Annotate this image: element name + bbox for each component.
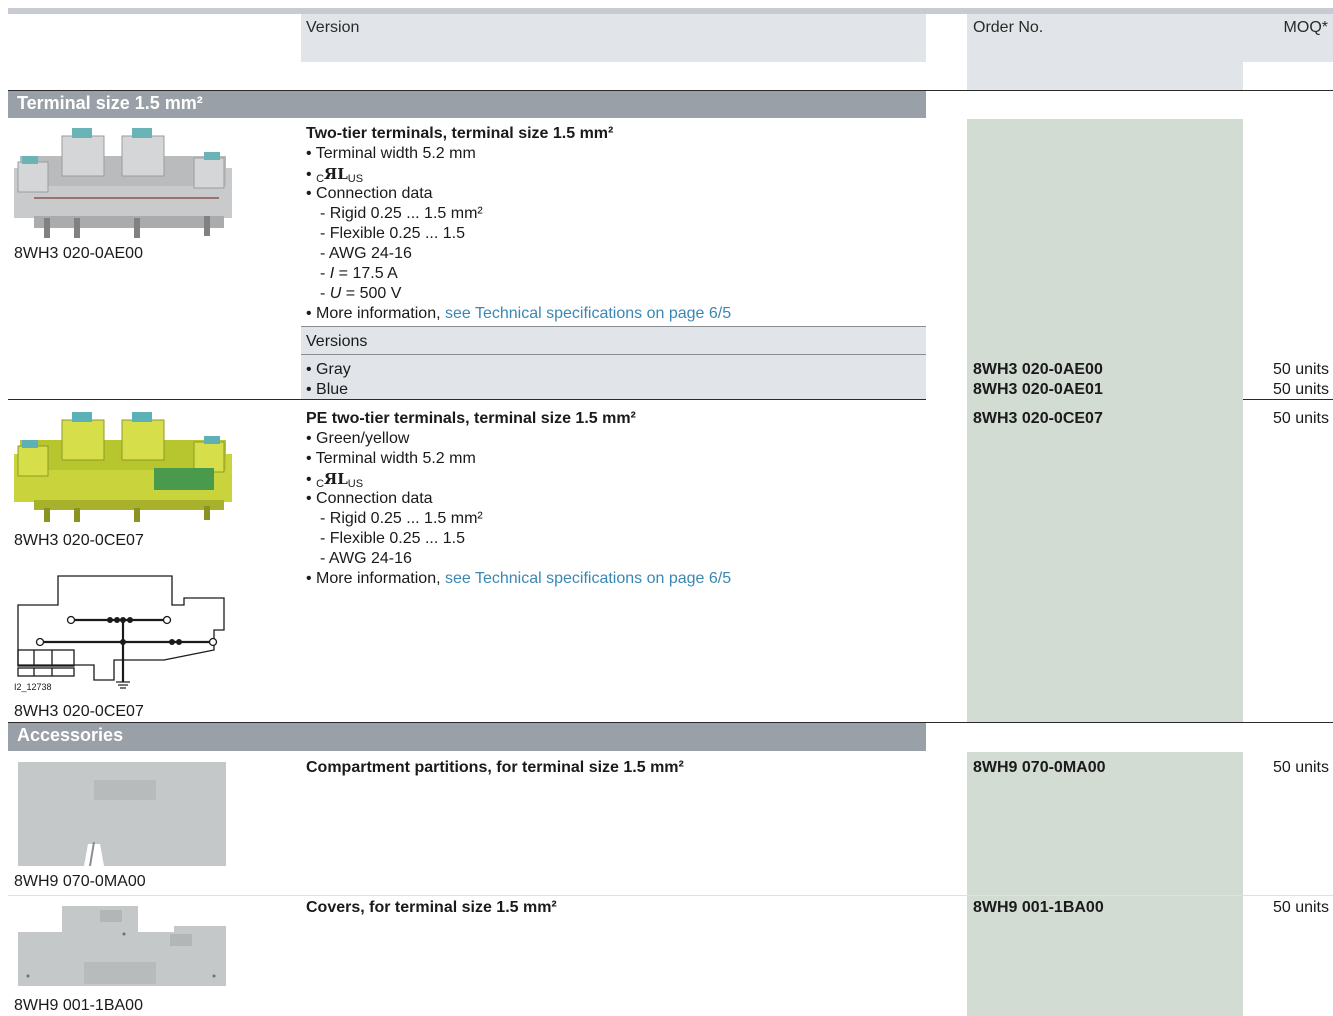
pe-terminal-green-yellow-image bbox=[14, 412, 232, 522]
order-number: 8WH9 070-0MA00 bbox=[973, 759, 1106, 776]
moq-value: 50 units bbox=[1272, 759, 1329, 776]
product-title: Covers, for terminal size 1.5 mm² bbox=[306, 899, 557, 916]
image-caption: 8WH3 020-0CE07 bbox=[14, 703, 144, 720]
spec-line: - Rigid 0.25 ... 1.5 mm² bbox=[320, 510, 483, 527]
moq-value: 50 units bbox=[1272, 361, 1329, 378]
spec-line-voltage: - U = 500 V bbox=[320, 284, 401, 304]
pe-terminal-schematic-diagram: I2_12738 bbox=[14, 575, 225, 692]
voltage-symbol: U bbox=[329, 285, 342, 302]
moq-value: 50 units bbox=[1272, 899, 1329, 916]
more-info-text: • More information, bbox=[306, 305, 445, 322]
order-column-bg bbox=[967, 752, 1243, 1016]
spec-line: • Terminal width 5.2 mm bbox=[306, 145, 476, 162]
version-name: • Gray bbox=[306, 361, 351, 378]
image-caption: 8WH3 020-0CE07 bbox=[14, 532, 144, 549]
moq-header-label: MOQ* bbox=[1283, 19, 1328, 36]
order-number: 8WH3 020-0AE01 bbox=[973, 381, 1103, 398]
order-header-label: Order No. bbox=[973, 19, 1044, 36]
divider bbox=[8, 895, 1333, 896]
moq-value: 50 units bbox=[1272, 410, 1329, 427]
cover-image bbox=[18, 906, 226, 986]
versions-rows-bg bbox=[301, 355, 926, 399]
versions-header-bg bbox=[301, 327, 926, 354]
version-header-label: Version bbox=[306, 19, 360, 36]
tech-specs-link[interactable]: see Technical specifications on page 6/5 bbox=[445, 570, 731, 587]
spec-line-current: - I = 17.5 A bbox=[320, 264, 398, 284]
voltage-value: = 500 V bbox=[341, 285, 402, 302]
spec-line: • Connection data bbox=[306, 185, 433, 202]
divider bbox=[8, 399, 926, 400]
two-tier-terminal-gray-image bbox=[14, 128, 232, 238]
product-title: PE two-tier terminals, terminal size 1.5… bbox=[306, 410, 636, 427]
spec-line: • Connection data bbox=[306, 490, 433, 507]
divider bbox=[1243, 399, 1333, 400]
bullet: • bbox=[306, 471, 312, 488]
ul-logo: ЯL bbox=[324, 470, 348, 488]
section-title: Terminal size 1.5 mm² bbox=[17, 93, 203, 113]
version-column-header bbox=[301, 14, 926, 62]
image-caption: 8WH9 001-1BA00 bbox=[14, 997, 143, 1014]
image-caption: 8WH3 020-0AE00 bbox=[14, 245, 143, 262]
spec-line: • Terminal width 5.2 mm bbox=[306, 450, 476, 467]
section-heading-terminal: Terminal size 1.5 mm² bbox=[8, 91, 926, 118]
spec-line: • Green/yellow bbox=[306, 430, 410, 447]
dash: - bbox=[320, 285, 330, 302]
order-number: 8WH3 020-0AE00 bbox=[973, 361, 1103, 378]
ul-logo: ЯL bbox=[324, 165, 348, 183]
moq-value: 50 units bbox=[1272, 381, 1329, 398]
more-info-line: • More information, see Technical specif… bbox=[306, 304, 731, 324]
spec-line: - Rigid 0.25 ... 1.5 mm² bbox=[320, 205, 483, 222]
bullet: • bbox=[306, 166, 312, 183]
more-info-line: • More information, see Technical specif… bbox=[306, 569, 731, 589]
image-caption: 8WH9 070-0MA00 bbox=[14, 873, 146, 890]
spec-line: - AWG 24-16 bbox=[320, 245, 412, 262]
divider bbox=[301, 354, 926, 355]
order-number: 8WH9 001-1BA00 bbox=[973, 899, 1104, 916]
current-value: = 17.5 A bbox=[334, 265, 398, 282]
section-heading-accessories: Accessories bbox=[8, 723, 926, 751]
spec-line: - Flexible 0.25 ... 1.5 bbox=[320, 530, 465, 547]
tech-specs-link[interactable]: see Technical specifications on page 6/5 bbox=[445, 305, 731, 322]
spec-line: - Flexible 0.25 ... 1.5 bbox=[320, 225, 465, 242]
dash: - bbox=[320, 265, 330, 282]
spec-line: - AWG 24-16 bbox=[320, 550, 412, 567]
version-name: • Blue bbox=[306, 381, 349, 398]
more-info-text: • More information, bbox=[306, 570, 445, 587]
product-title: Compartment partitions, for terminal siz… bbox=[306, 759, 684, 776]
section-title: Accessories bbox=[17, 725, 124, 745]
order-number: 8WH3 020-0CE07 bbox=[973, 410, 1103, 427]
versions-label: Versions bbox=[306, 333, 368, 350]
diagram-id: I2_12738 bbox=[14, 682, 52, 692]
product-title: Two-tier terminals, terminal size 1.5 mm… bbox=[306, 125, 614, 142]
compartment-partition-image bbox=[18, 762, 226, 867]
